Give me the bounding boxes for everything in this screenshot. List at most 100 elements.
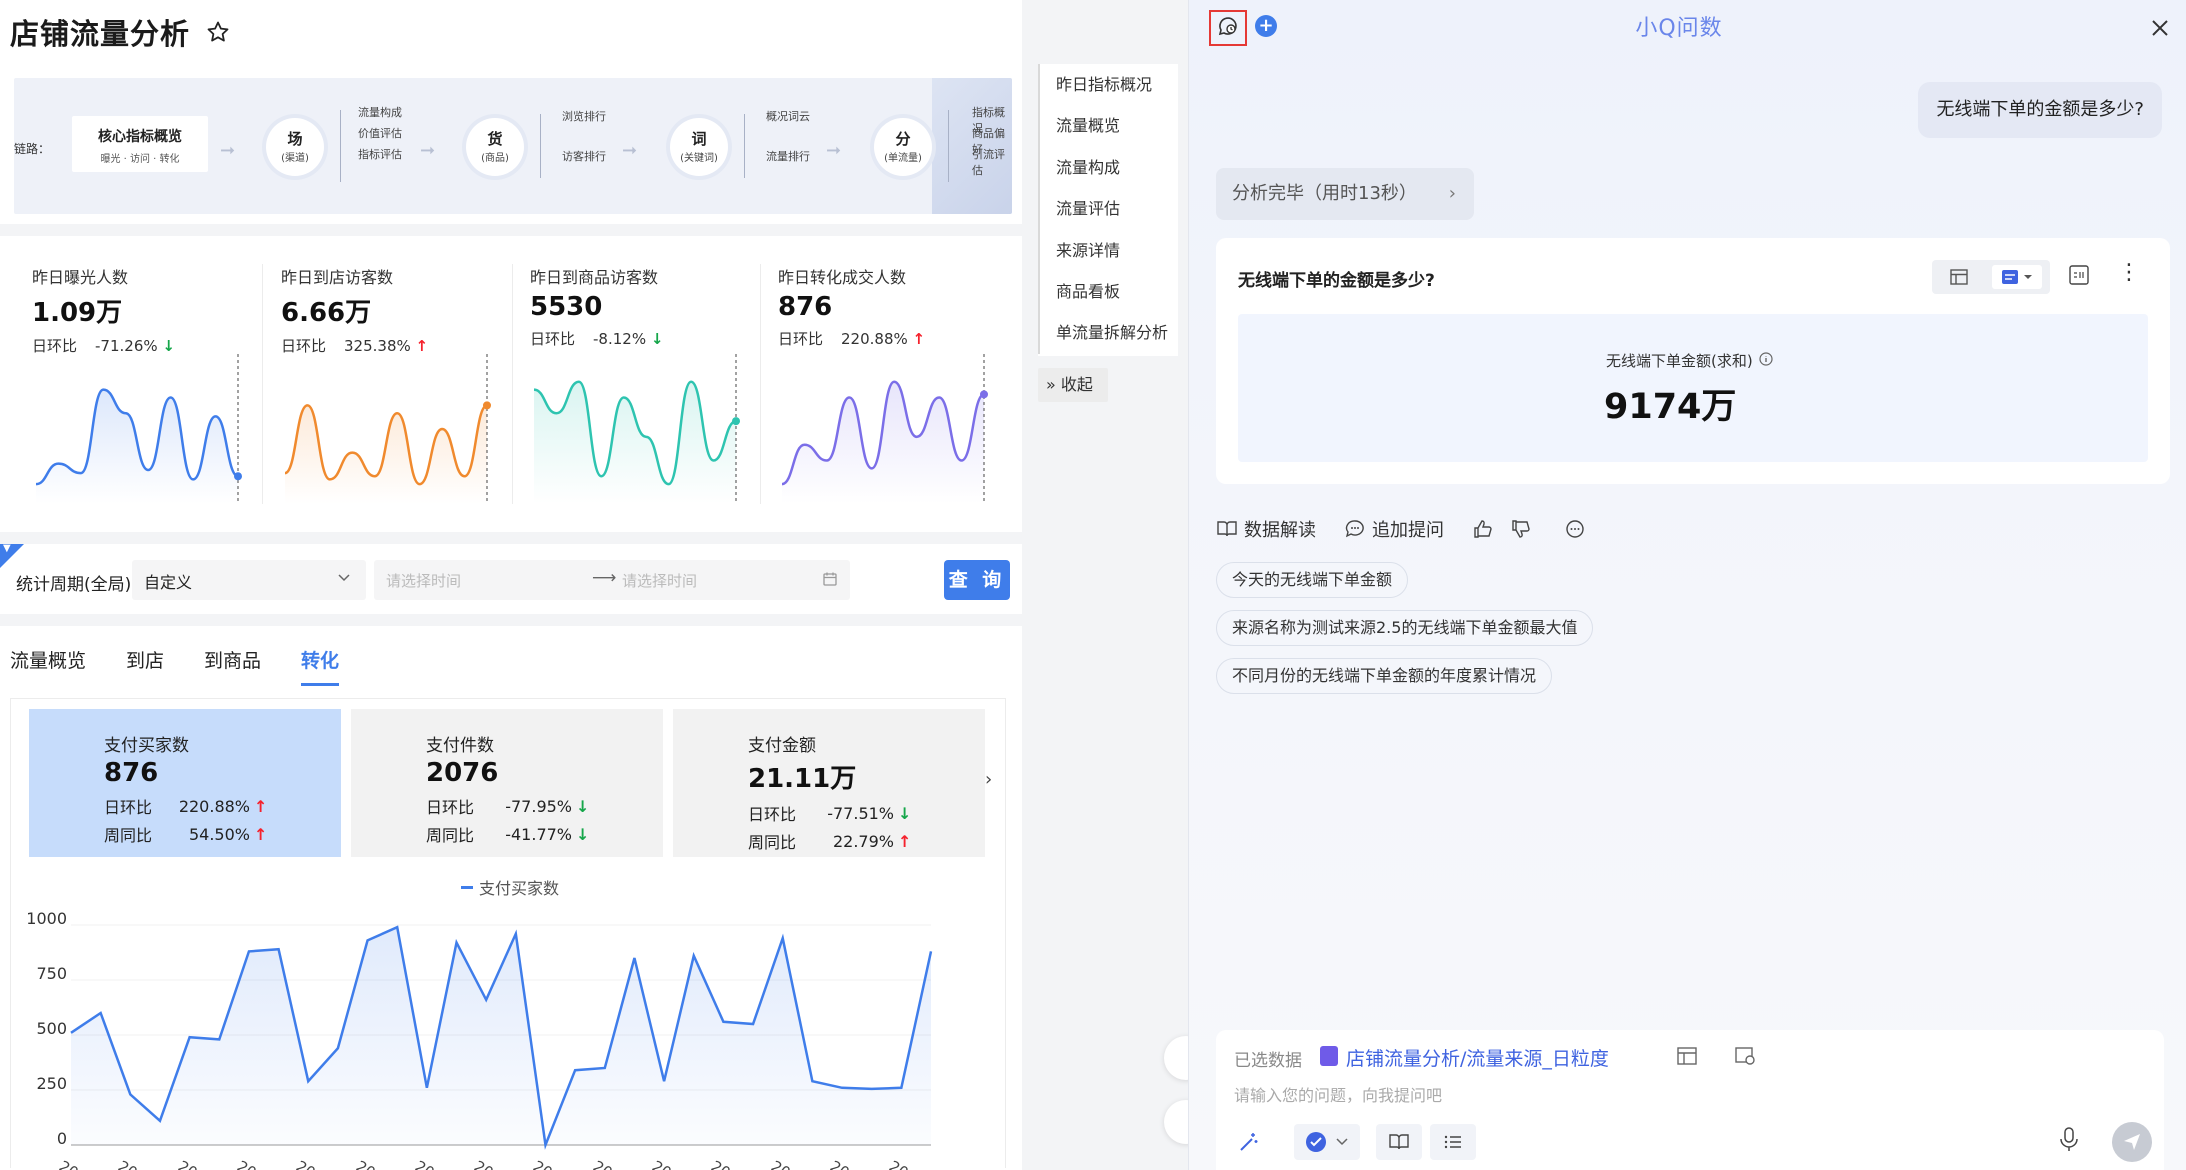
metric-value: 5530 bbox=[530, 292, 603, 322]
send-button[interactable] bbox=[2112, 1122, 2152, 1162]
branch-line bbox=[340, 110, 341, 182]
anchor-item-source[interactable]: 来源详情 bbox=[1056, 230, 1178, 271]
model-select[interactable] bbox=[1294, 1124, 1360, 1160]
kpi-name: 支付买家数 bbox=[104, 736, 189, 756]
anchor-item-goods[interactable]: 商品看板 bbox=[1056, 271, 1178, 312]
knowledge-book-icon[interactable] bbox=[1376, 1124, 1422, 1160]
tab-to-goods[interactable]: 到商品 bbox=[204, 646, 261, 686]
query-button[interactable]: 查 询 bbox=[944, 560, 1010, 600]
thumbs-up-icon[interactable] bbox=[1472, 518, 1494, 540]
arrow-down-icon: ↓ bbox=[162, 336, 175, 355]
question-input[interactable]: 请输入您的问题，向我提问吧 bbox=[1234, 1082, 1442, 1106]
thumbs-down-icon[interactable] bbox=[1510, 518, 1532, 540]
tab-traffic-overview[interactable]: 流量概览 bbox=[10, 646, 86, 686]
start-date-input[interactable]: 请选择时间 bbox=[386, 570, 461, 591]
kpi-card-amount[interactable]: 支付金额 21.11万 日环比 -77.51% ↓ 周同比 22.79% ↑ bbox=[673, 709, 985, 857]
sql-icon[interactable] bbox=[2068, 264, 2092, 288]
dataset-switch-icon[interactable] bbox=[1734, 1046, 1758, 1068]
flow-node-channel[interactable]: 场 (渠道) bbox=[266, 118, 324, 176]
anchor-item-overview[interactable]: 流量概览 bbox=[1056, 105, 1178, 146]
kpi-value: 876 bbox=[104, 758, 159, 788]
chat-panel: + 小Q问数 无线端下单的金额是多少? 分析完毕（用时13秒） › 无线端下单的… bbox=[1188, 0, 2186, 1170]
node-sub: (渠道) bbox=[281, 153, 309, 164]
flow-arrow-icon: ➞ bbox=[826, 140, 842, 161]
dataset-icon bbox=[1320, 1046, 1338, 1066]
kpi-row-label: 周同比 bbox=[748, 833, 797, 852]
metric-exposure[interactable]: 昨日曝光人数 1.09万 日环比 -71.26% ↓ bbox=[32, 264, 272, 526]
dataset-table-icon[interactable] bbox=[1676, 1046, 1700, 1068]
calendar-icon[interactable] bbox=[822, 571, 838, 591]
sparkline-endpoint bbox=[732, 417, 740, 426]
dataset-name[interactable]: 店铺流量分析/流量来源_日粒度 bbox=[1346, 1044, 1609, 1071]
branch-item[interactable]: 引流评估 bbox=[972, 146, 1012, 178]
more-icon[interactable]: ⋮ bbox=[2118, 260, 2140, 285]
branch-line bbox=[948, 110, 949, 182]
plus-icon: + bbox=[1258, 15, 1274, 36]
kpi-row-value: 54.50% bbox=[188, 824, 250, 844]
kpi-card-buyers[interactable]: 支付买家数 876 日环比 220.88% ↑ 周同比 54.50% ↑ bbox=[29, 709, 341, 857]
close-icon bbox=[2150, 12, 2170, 45]
branch-item[interactable]: 概况词云 bbox=[766, 108, 810, 124]
title-bar: 店铺流量分析 bbox=[0, 0, 1022, 64]
metric-name: 昨日到店访客数 bbox=[281, 268, 394, 287]
star-icon[interactable] bbox=[204, 18, 232, 46]
metric-conversion[interactable]: 昨日转化成交人数 876 日环比 220.88% ↑ bbox=[778, 264, 1018, 526]
metric-cmp-value: 325.38% bbox=[344, 336, 411, 355]
branch-item[interactable]: 指标评估 bbox=[358, 146, 402, 162]
number-view-icon[interactable] bbox=[1992, 265, 2042, 289]
end-date-input[interactable]: 请选择时间 bbox=[622, 570, 697, 591]
metric-cmp-label: 日环比 bbox=[778, 330, 824, 348]
microphone-icon[interactable] bbox=[2058, 1126, 2080, 1158]
core-metrics-box[interactable]: 核心指标概览 曝光 · 访问 · 转化 bbox=[72, 116, 208, 172]
tab-conversion[interactable]: 转化 bbox=[301, 646, 340, 686]
branch-item[interactable]: 浏览排行 bbox=[562, 108, 606, 124]
node-title: 场 bbox=[287, 130, 303, 148]
branch-item[interactable]: 流量构成 bbox=[358, 104, 402, 120]
chat-bubble-icon bbox=[1344, 518, 1366, 540]
period-select[interactable]: 自定义 bbox=[132, 560, 366, 600]
arrow-up-icon: ↑ bbox=[254, 796, 268, 816]
chevron-right-icon[interactable]: › bbox=[985, 769, 992, 790]
answer-actions: 数据解读 追加提问 bbox=[1216, 516, 1586, 542]
collapse-button[interactable]: » 收起 bbox=[1038, 367, 1108, 402]
anchor-item-yesterday[interactable]: 昨日指标概况 bbox=[1056, 64, 1178, 105]
history-button[interactable] bbox=[1209, 10, 1247, 46]
flow-node-single[interactable]: 分 (单流量) bbox=[874, 118, 932, 176]
result-label: 无线端下单金额(求和) bbox=[1606, 352, 1753, 370]
dataset-label: 已选数据 bbox=[1234, 1051, 1302, 1071]
metric-name: 昨日转化成交人数 bbox=[778, 268, 907, 287]
suggestion-chip[interactable]: 今天的无线端下单金额 bbox=[1216, 562, 1409, 598]
flow-node-goods[interactable]: 货 (商品) bbox=[466, 118, 524, 176]
list-icon[interactable] bbox=[1430, 1124, 1476, 1160]
followup-button[interactable]: 追加提问 bbox=[1344, 516, 1444, 542]
interpret-button[interactable]: 数据解读 bbox=[1216, 516, 1316, 542]
tab-to-store[interactable]: 到店 bbox=[126, 646, 164, 686]
kpi-result: 无线端下单金额(求和) 9174万 bbox=[1238, 314, 2148, 462]
branch-item[interactable]: 访客排行 bbox=[562, 148, 606, 164]
close-button[interactable] bbox=[2150, 12, 2170, 45]
suggestion-chip[interactable]: 不同月份的无线端下单金额的年度累计情况 bbox=[1216, 658, 1553, 694]
metric-goods-visitors[interactable]: 昨日到商品访客数 5530 日环比 -8.12% ↓ bbox=[530, 264, 770, 526]
trend-chart[interactable] bbox=[51, 895, 1001, 1170]
table-view-icon[interactable] bbox=[1942, 266, 1976, 288]
suggestion-chip[interactable]: 来源名称为测试来源2.5的无线端下单金额最大值 bbox=[1216, 610, 1594, 646]
flow-node-keyword[interactable]: 词 (关键词) bbox=[670, 118, 728, 176]
branch-item[interactable]: 价值评估 bbox=[358, 125, 402, 141]
anchor-item-single[interactable]: 单流量拆解分析 bbox=[1056, 312, 1178, 353]
analysis-status[interactable]: 分析完毕（用时13秒） › bbox=[1216, 168, 1474, 220]
node-sub: (商品) bbox=[481, 153, 509, 164]
branch-item[interactable]: 流量排行 bbox=[766, 148, 810, 164]
anchor-item-evaluation[interactable]: 流量评估 bbox=[1056, 188, 1178, 229]
kpi-row-label: 日环比 bbox=[104, 798, 153, 817]
kpi-card-items[interactable]: 支付件数 2076 日环比 -77.95% ↓ 周同比 -41.77% ↓ bbox=[351, 709, 663, 857]
info-icon[interactable] bbox=[1759, 351, 1773, 370]
new-chat-button[interactable]: + bbox=[1255, 15, 1277, 37]
arrow-down-icon: ↓ bbox=[650, 329, 664, 348]
core-subtitle: 曝光 · 访问 · 转化 bbox=[100, 154, 180, 165]
anchor-item-composition[interactable]: 流量构成 bbox=[1056, 147, 1178, 188]
metric-store-visitors[interactable]: 昨日到店访客数 6.66万 日环比 325.38% ↑ bbox=[281, 264, 521, 526]
user-message: 无线端下单的金额是多少? bbox=[1918, 82, 2162, 138]
magic-wand-icon[interactable] bbox=[1230, 1124, 1266, 1160]
more-options-icon[interactable] bbox=[1564, 518, 1586, 540]
date-range-picker[interactable]: 请选择时间 ⟶ 请选择时间 bbox=[374, 560, 850, 600]
